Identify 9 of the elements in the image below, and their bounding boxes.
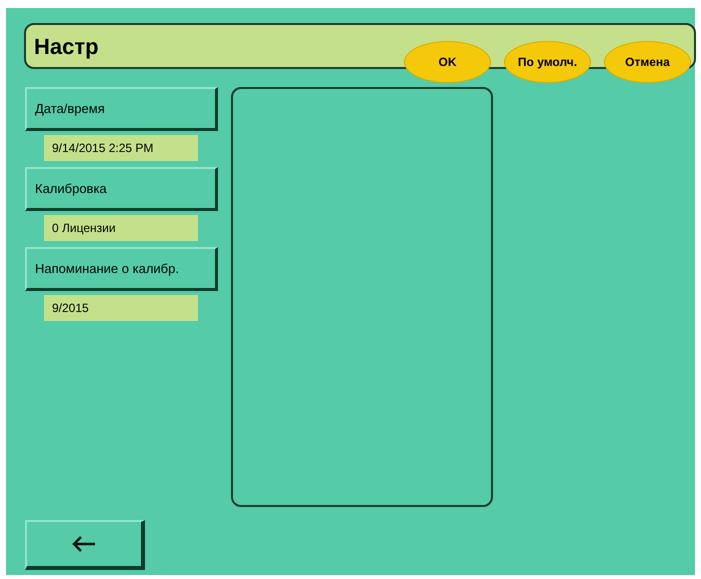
settings-button[interactable]: Калибровка [25,167,218,211]
setting-value: 9/14/2015 2:25 PM [44,135,198,161]
left-arrow-icon [71,535,97,553]
setting-value: 9/2015 [44,295,198,321]
page-title: Настр [34,32,99,61]
setting-value: 0 Лицензии [44,215,198,241]
settings-button[interactable]: Дата/время [25,87,218,131]
settings-button[interactable]: Напоминание о калибр. [25,247,218,291]
back-button[interactable] [25,520,145,570]
